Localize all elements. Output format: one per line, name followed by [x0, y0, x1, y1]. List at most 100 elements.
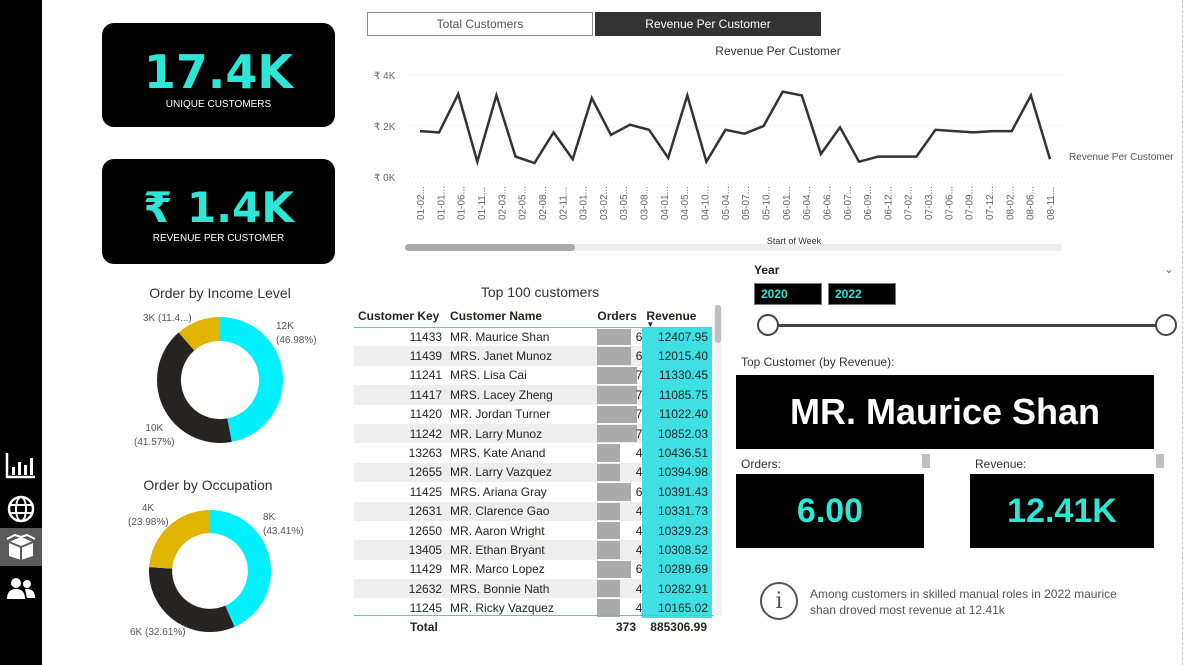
cell-revenue: 10282.91 [642, 579, 712, 599]
line-chart-scrollbar[interactable] [405, 244, 1063, 251]
occupation-label-8k-pct: (43.41%) [263, 526, 304, 537]
globe-icon[interactable] [0, 490, 42, 528]
x-tick-label: 06-07... [843, 186, 854, 220]
x-tick-label: 05-07... [741, 186, 752, 220]
tab-total-customers[interactable]: Total Customers [367, 12, 593, 36]
year-to-input[interactable]: 2022 [828, 283, 896, 305]
table-row[interactable]: 11425 MRS. Ariana Gray 6 10391.43 [354, 482, 712, 502]
bar-chart-icon[interactable] [0, 446, 42, 484]
x-tick-label: 06-04... [802, 186, 813, 220]
x-tick-label: 07-12... [985, 186, 996, 220]
cell-orders-value: 4 [635, 465, 643, 480]
orders-card-scroll [922, 454, 930, 468]
cell-customer-key: 11241 [409, 368, 443, 383]
year-slider-start-handle[interactable] [757, 314, 779, 336]
donut-slice[interactable] [149, 567, 235, 632]
x-tick-label: 01-06... [457, 186, 468, 220]
cell-orders: 7 [597, 405, 642, 424]
x-tick-label: 03-08... [640, 186, 651, 220]
table-row[interactable]: 12632 MRS. Bonnie Nath 4 10282.91 [354, 579, 712, 599]
table-row[interactable]: 12655 MR. Larry Vazquez 4 10394.98 [354, 462, 712, 483]
cell-customer-key: 13405 [354, 540, 447, 560]
cell-customer-name: MRS. Ariana Gray [450, 484, 547, 499]
revenue-value: 12.41K [970, 474, 1154, 548]
unique-customers-label: UNIQUE CUSTOMERS [165, 99, 272, 110]
x-tick-label: 04-10... [701, 186, 712, 220]
donut-slice[interactable] [220, 317, 284, 442]
table-row[interactable]: 11241 MRS. Lisa Cai 7 11330.45 [354, 365, 712, 386]
table-row[interactable]: 11439 MRS. Janet Munoz 6 12015.40 [354, 346, 712, 366]
revenue-per-customer-value: ₹ 1.4K [143, 183, 294, 232]
x-tick-label: 06-12... [883, 186, 894, 220]
cell-revenue: 10391.43 [642, 482, 712, 502]
line-chart-legend: Revenue Per Customer [1069, 152, 1174, 163]
year-slider-track[interactable] [768, 324, 1168, 327]
table-row[interactable]: 12631 MR. Clarence Gao 4 10331.73 [354, 501, 712, 521]
cell-orders-value: 6 [635, 562, 643, 577]
table-row[interactable]: 11417 MRS. Lacey Zheng 7 11085.75 [354, 385, 712, 405]
table-row[interactable]: 12650 MR. Aaron Wright 4 10329.23 [354, 520, 712, 541]
col-header-customer-name[interactable]: Customer Name [446, 305, 597, 327]
table-row[interactable]: 11242 MR. Larry Munoz 7 10852.03 [354, 423, 712, 444]
revenue-series-line[interactable] [419, 90, 1052, 167]
cell-customer-name: MR. Larry Vazquez [446, 462, 598, 483]
occupation-label-4k-pct: (23.98%) [128, 517, 169, 528]
table-scrollbar[interactable] [714, 305, 722, 615]
table-scrollbar-thumb[interactable] [715, 305, 721, 343]
col-header-customer-key[interactable]: Customer Key [354, 305, 446, 327]
cell-orders: 4 [597, 501, 643, 521]
cell-orders-value: 4 [635, 581, 643, 596]
cell-orders-value: 7 [635, 407, 643, 422]
box-icon[interactable] [0, 528, 42, 566]
unique-customers-card: 17.4K UNIQUE CUSTOMERS [102, 23, 335, 127]
x-tick-label: 07-09... [965, 186, 976, 220]
table-row[interactable]: 11429 MR. Marco Lopez 6 10289.69 [354, 559, 712, 580]
revenue-label: Revenue: [975, 457, 1027, 471]
cell-revenue: 11085.75 [642, 385, 712, 405]
top-customers-table[interactable]: Customer Key Customer Name Orders Revenu… [354, 305, 714, 635]
occupation-label-4k: 4K (23.98%) [128, 502, 169, 530]
cell-customer-key: 11429 [409, 562, 443, 577]
canvas-edge [1182, 0, 1183, 665]
cell-revenue: 10308.52 [642, 540, 712, 560]
users-icon[interactable] [0, 570, 42, 608]
year-slider-end-handle[interactable] [1155, 314, 1177, 336]
revenue-per-customer-card: ₹ 1.4K REVENUE PER CUSTOMER [102, 159, 335, 264]
income-label-12k: 12K (46.98%) [276, 320, 317, 348]
table-row[interactable]: 13263 MRS. Kate Anand 4 10436.51 [354, 443, 712, 463]
cell-orders-value: 4 [635, 504, 643, 519]
cell-orders: 6 [597, 482, 642, 501]
cell-customer-key: 11439 [354, 346, 447, 366]
x-tick-label: 03-01... [579, 186, 590, 220]
table-row[interactable]: 13405 MR. Ethan Bryant 4 10308.52 [354, 540, 712, 560]
col-header-orders[interactable]: Orders [597, 305, 642, 327]
year-from-input[interactable]: 2020 [754, 283, 822, 305]
table-total-row: Total 373 885306.99 [354, 615, 714, 635]
cell-orders: 4 [597, 598, 642, 617]
cell-customer-name: MR. Clarence Gao [446, 501, 598, 521]
col-header-revenue[interactable]: Revenue ▼ [642, 305, 712, 329]
chevron-down-icon[interactable]: ⌄ [1164, 262, 1174, 276]
cell-customer-name: MRS. Bonnie Nath [446, 579, 598, 599]
cell-orders: 4 [597, 540, 643, 560]
tab-revenue-per-customer[interactable]: Revenue Per Customer [595, 12, 821, 36]
cell-customer-name: MRS. Janet Munoz [446, 346, 598, 366]
top-customer-name: MR. Maurice Shan [736, 375, 1154, 449]
cell-orders-value: 4 [635, 542, 643, 557]
total-label: Total [410, 620, 438, 634]
info-icon: i [760, 582, 798, 620]
x-tick-label: 08-06... [1026, 186, 1037, 220]
cell-orders-value: 7 [635, 368, 643, 383]
cell-orders: 7 [597, 423, 643, 444]
cell-customer-name: MRS. Lacey Zheng [446, 385, 598, 405]
table-row[interactable]: 11420 MR. Jordan Turner 7 11022.40 [354, 404, 712, 424]
cell-orders: 6 [597, 346, 643, 366]
cell-orders: 7 [597, 385, 643, 405]
income-label-10k-value: 10K [145, 423, 164, 434]
table-row[interactable]: 11433 MR. Maurice Shan 6 12407.95 [354, 327, 712, 347]
x-tick-label: 05-04... [721, 186, 732, 220]
cell-customer-name: MR. Marco Lopez [450, 562, 545, 577]
line-chart-scrollbar-thumb[interactable] [405, 244, 575, 251]
cell-customer-name: MR. Jordan Turner [450, 407, 551, 422]
orders-value: 6.00 [736, 474, 924, 548]
